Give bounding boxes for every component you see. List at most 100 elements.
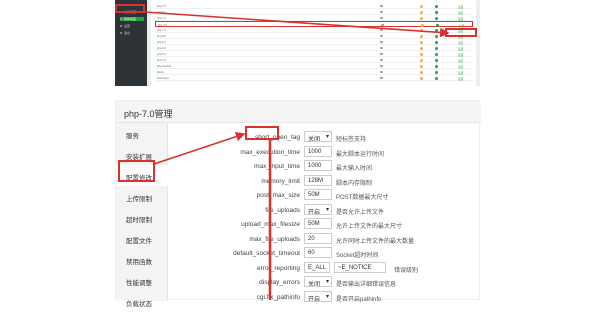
status-icon: [420, 52, 423, 56]
sidebar-item-logout[interactable]: 退出: [120, 31, 144, 35]
menu-item[interactable]: 负载状态: [116, 291, 168, 312]
status-icon: [420, 34, 423, 38]
php-config-dialog: php-7.0管理 服务 安装扩展 配置修改 上传限制 超时限制 配置文件 禁用函数 性能调整…: [115, 100, 481, 308]
config-select[interactable]: 开启: [304, 203, 332, 215]
menu-item[interactable]: 性能调整: [116, 270, 168, 291]
checkbox[interactable]: [380, 70, 383, 73]
checkbox[interactable]: [380, 16, 383, 19]
status-icon: [447, 71, 450, 74]
config-row: file_uploads 开启是否允许上传文件: [172, 203, 477, 217]
status-icon: [435, 4, 438, 8]
config-description: 最大输入时间: [336, 166, 373, 172]
settings-link[interactable]: 设置: [458, 11, 463, 15]
software-name: php-7.4: [157, 28, 166, 32]
config-input[interactable]: E_ALL: [304, 261, 330, 273]
config-label: error_reporting: [257, 264, 300, 272]
config-input[interactable]: 60: [304, 247, 332, 258]
checkbox[interactable]: [380, 64, 383, 67]
sidebar-item-label: 软件商店: [124, 17, 137, 21]
software-name: php-8.0: [157, 34, 166, 38]
software-list-panel: php-7.0 设置 php-7.1 设置 php-7.2 设置 php-7.3 设置 php-…: [151, 0, 476, 86]
status-icon: [435, 46, 438, 50]
annotation-box-software-store: [115, 4, 145, 13]
config-input[interactable]: 20: [304, 232, 332, 244]
status-icon: [420, 10, 423, 14]
config-description: POST数据最大尺寸: [336, 195, 389, 201]
config-input[interactable]: 50M: [304, 189, 332, 200]
checkbox[interactable]: [380, 4, 383, 7]
config-label: post_max_size: [256, 192, 300, 199]
settings-link[interactable]: 设置: [458, 47, 463, 51]
status-icon: [447, 47, 450, 50]
sidebar-item-label: 设置: [124, 24, 131, 28]
config-row: short_open_tag关闭短标签支持: [172, 131, 477, 144]
settings-link[interactable]: 设置: [458, 59, 463, 63]
config-menu: 服务 安装扩展 配置修改 上传限制 超时限制 配置文件 禁用函数 性能调整 负载状态: [116, 123, 168, 308]
menu-item[interactable]: 上传限制: [116, 186, 168, 207]
checkbox[interactable]: [380, 76, 383, 79]
config-input[interactable]: ~E_NOTICE: [334, 261, 386, 273]
sidebar-item-settings[interactable]: 设置: [120, 24, 144, 28]
config-row: post_max_size 50M POST数据最大尺寸: [172, 189, 477, 202]
config-select[interactable]: 关闭: [304, 131, 332, 142]
config-description: 是否开启pathinfo: [336, 296, 382, 303]
menu-item[interactable]: 配置文件: [116, 228, 168, 249]
status-icon: [447, 11, 450, 14]
checkbox[interactable]: [380, 34, 383, 37]
checkbox[interactable]: [380, 46, 383, 49]
status-icon: [435, 70, 438, 74]
checkbox[interactable]: [380, 28, 383, 31]
status-icon: [420, 4, 423, 8]
config-row: error_reporting E_ALL ~E_NOTICE 错误级别: [172, 261, 477, 275]
status-icon: [435, 52, 438, 56]
config-description: 允许上传文件的最大尺寸: [336, 224, 403, 230]
software-name: php-7.0: [157, 4, 166, 8]
config-description: 是否输出详细错误信息: [336, 282, 397, 288]
annotation-box-config-menu: [118, 160, 155, 182]
annotation-box-settings-link: [445, 28, 477, 37]
checkbox[interactable]: [381, 23, 384, 26]
status-icon: [435, 34, 438, 38]
sidebar-item-software-store[interactable]: 软件商店: [120, 17, 144, 21]
checkbox[interactable]: [380, 40, 383, 43]
status-icon: [447, 41, 450, 44]
software-name: Redis: [157, 70, 164, 74]
status-icon: [447, 65, 450, 68]
config-input[interactable]: 128M: [304, 174, 332, 186]
status-icon: [447, 17, 450, 20]
checkbox[interactable]: [380, 10, 383, 13]
menu-item[interactable]: 服务: [116, 123, 168, 144]
checkbox[interactable]: [380, 58, 383, 61]
config-label: file_uploads: [265, 206, 300, 214]
config-select[interactable]: 关闭: [304, 276, 332, 287]
settings-link[interactable]: 设置: [458, 71, 463, 75]
config-input[interactable]: 1000: [304, 160, 332, 171]
status-icon: [420, 76, 423, 80]
status-icon: [435, 10, 438, 14]
menu-item[interactable]: 超时限制: [116, 207, 168, 228]
settings-link[interactable]: 设置: [458, 17, 463, 21]
config-input[interactable]: 1000: [304, 145, 332, 157]
config-row: default_socket_timeout 60 Socket超时时间: [172, 247, 477, 260]
config-label: upload_max_filesize: [241, 221, 300, 228]
config-label: memory_limit: [261, 177, 300, 185]
config-row: max_execution_time 1000 最大脚本运行时间: [172, 145, 477, 159]
config-form: short_open_tag关闭短标签支持 max_execution_time 1…: [172, 123, 477, 303]
config-description: 是否允许上传文件: [336, 209, 385, 216]
settings-link[interactable]: 设置: [458, 77, 463, 81]
config-input[interactable]: 50M: [304, 218, 332, 229]
config-row: max_input_time 1000 最大输入时间: [172, 160, 477, 173]
settings-link[interactable]: 设置: [458, 65, 463, 69]
menu-item[interactable]: 禁用函数: [116, 249, 168, 270]
settings-link[interactable]: 设置: [458, 53, 463, 57]
settings-link[interactable]: 设置: [458, 41, 463, 45]
settings-link[interactable]: 设置: [458, 5, 463, 9]
status-icon: [435, 40, 438, 44]
config-description: 脚本内存限制: [336, 180, 373, 187]
status-icon: [420, 40, 423, 44]
status-icon: [420, 70, 423, 74]
status-icon: [435, 76, 438, 80]
status-icon: [447, 5, 450, 8]
software-name: php-8.1: [157, 40, 166, 44]
checkbox[interactable]: [380, 52, 383, 55]
